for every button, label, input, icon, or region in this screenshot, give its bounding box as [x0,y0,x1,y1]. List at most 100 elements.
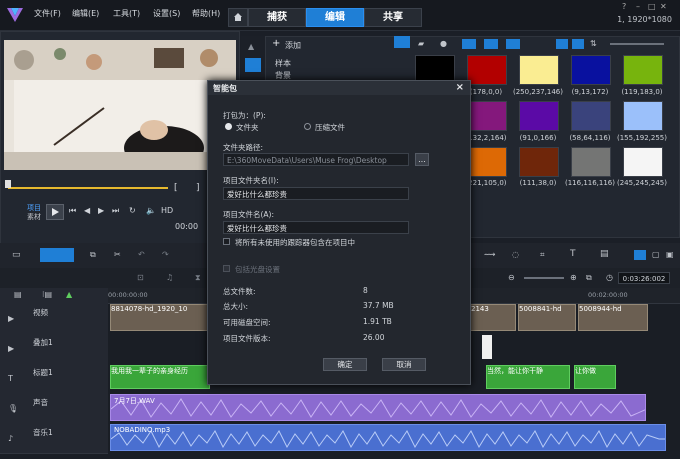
undo-icon[interactable]: ↶ [138,250,145,259]
timeline-timecode[interactable]: 0:03:26:002 [618,272,670,284]
zoom-in-icon[interactable]: ⊕ [570,273,577,282]
mix-icon[interactable]: ⧗ [195,273,201,283]
tab-capture[interactable]: 捕获 [248,8,306,27]
include-disc-label[interactable]: 包括光盘设置 [235,264,280,275]
swatch-white[interactable] [623,147,663,177]
redo-icon[interactable]: ↷ [162,250,169,259]
copy-icon[interactable]: ⧉ [90,250,96,260]
swatch-purple[interactable] [519,101,559,131]
title-clip[interactable]: 我用我一辈子的亲身经历 [110,365,210,389]
timeline-view-icon[interactable] [40,248,74,262]
zoom-out-icon[interactable]: ⊖ [508,273,515,282]
fit-icon[interactable]: ⧉ [586,273,592,283]
trim-bar[interactable] [8,187,168,189]
filter-color-icon[interactable] [484,39,498,49]
home-tab[interactable] [228,8,248,27]
video-clip[interactable]: 8814078-hd_1920_10 [110,304,210,331]
media-library-icon[interactable] [245,58,261,72]
thumbnail-size-slider[interactable] [610,43,664,45]
tab-edit[interactable]: 编辑 [306,8,364,27]
swatch-orange[interactable] [467,147,507,177]
include-unused-checkbox[interactable] [223,238,230,245]
title-clip[interactable]: 当然，能让你干静 [486,365,570,389]
menu-file[interactable]: 文件(F) [34,8,61,19]
folder-samples[interactable]: 样本 [275,58,291,69]
expand-icon[interactable]: ▢ [652,250,660,259]
swatch-red[interactable] [467,55,507,85]
folder-path-field[interactable]: E:\360MoveData\Users\Muse Frog\Desktop [223,153,409,166]
voice-clip[interactable]: 7月7日.WAV [110,394,646,421]
next-frame-icon[interactable]: ▶ [98,206,104,215]
help-icon[interactable]: ? [622,2,626,11]
clock-icon[interactable]: ◷ [606,273,613,282]
include-unused-label[interactable]: 将所有未使用的跟踪器包含在项目中 [235,237,355,248]
track-header-title[interactable]: T 标题1 [0,363,108,394]
menu-settings[interactable]: 设置(S) [153,8,180,19]
zoom-slider[interactable] [524,277,564,279]
radio-zip-label[interactable]: 压缩文件 [315,122,345,133]
volume-icon[interactable]: 🔈 [146,206,156,215]
title-clip[interactable]: 让你做 [574,365,616,389]
swatch-brown[interactable] [519,147,559,177]
tools-icon[interactable]: ✂ [114,250,121,259]
ok-button[interactable]: 确定 [323,358,367,371]
record-icon[interactable]: ⊡ [137,273,144,282]
storyboard-view-icon[interactable]: ▭ [12,250,21,260]
crop-icon[interactable]: ⌗ [540,250,545,260]
minimize-icon[interactable]: – [636,2,640,11]
filter-video-icon[interactable]: ● [440,39,447,48]
cancel-button[interactable]: 取消 [382,358,426,371]
close-icon[interactable]: ✕ [660,2,667,11]
3d-icon[interactable]: ▤ [600,249,609,259]
preview-timecode[interactable]: 00:00 [175,222,198,231]
tab-share[interactable]: 共享 [364,8,422,27]
swatch-green[interactable] [623,55,663,85]
home-start-icon[interactable]: ⏮ [69,206,76,216]
track-header-video[interactable]: ▶ 视频 [0,303,108,334]
mark-out-button[interactable]: ] [196,183,200,193]
clip-mode-label[interactable]: 素材 [27,212,41,222]
radio-folder-label[interactable]: 文件夹 [236,122,259,133]
library-corner-toggle[interactable] [394,36,410,48]
browse-button[interactable]: ... [415,153,429,166]
maximize-icon[interactable]: □ [648,2,656,11]
track-header-music[interactable]: ♪ 音乐1 [0,423,108,454]
swatch-gray[interactable] [571,147,611,177]
track-manager-icon[interactable]: ▤ [14,290,22,299]
audio-mix-icon[interactable]: ⟿ [484,250,495,259]
project-file-field[interactable]: 爱好比什么都珍贵 [223,221,409,234]
project-folder-field[interactable]: 爱好比什么都珍贵 [223,187,409,200]
swatch-blue[interactable] [571,55,611,85]
mark-in-button[interactable]: [ [174,183,178,193]
track-header-overlay[interactable]: ▶ 叠加1 [0,333,108,364]
music-clip[interactable]: NOBADINO.mp3 [110,424,666,451]
panel-layout-icon[interactable] [634,250,646,260]
video-clip[interactable]: 5008944-hd [578,304,648,331]
playhead-handle[interactable] [5,180,11,188]
settings-icon[interactable]: ▣ [666,250,674,259]
sort-icon[interactable]: ⇅ [590,39,597,48]
prev-frame-icon[interactable]: ◀ [84,206,90,215]
repeat-icon[interactable]: ↻ [129,206,136,215]
swatch-magenta[interactable] [467,101,507,131]
video-clip[interactable]: 5008841-hd [518,304,576,331]
add-marker-icon[interactable]: ▲ [66,290,72,299]
filter-audio-icon[interactable] [506,39,520,49]
title-3d-icon[interactable]: T [570,249,576,259]
menu-tools[interactable]: 工具(T) [113,8,140,19]
end-icon[interactable]: ⏭ [112,206,119,216]
filter-image-icon[interactable] [462,39,476,49]
menu-edit[interactable]: 编辑(E) [72,8,99,19]
swatch-lightblue[interactable] [623,101,663,131]
collapse-up-icon[interactable]: ▲ [248,42,254,51]
radio-zip[interactable] [304,123,311,130]
dialog-close-icon[interactable]: × [456,82,464,93]
swatch-slate[interactable] [571,101,611,131]
list-view-icon[interactable] [556,39,568,49]
add-icon[interactable]: + [272,38,280,49]
folder-icon[interactable]: ▰ [418,39,424,48]
play-button[interactable] [46,204,64,220]
hd-toggle[interactable]: HD [161,206,173,215]
video-clip[interactable]: 2143 [470,304,516,331]
grid-view-icon[interactable] [572,39,584,49]
